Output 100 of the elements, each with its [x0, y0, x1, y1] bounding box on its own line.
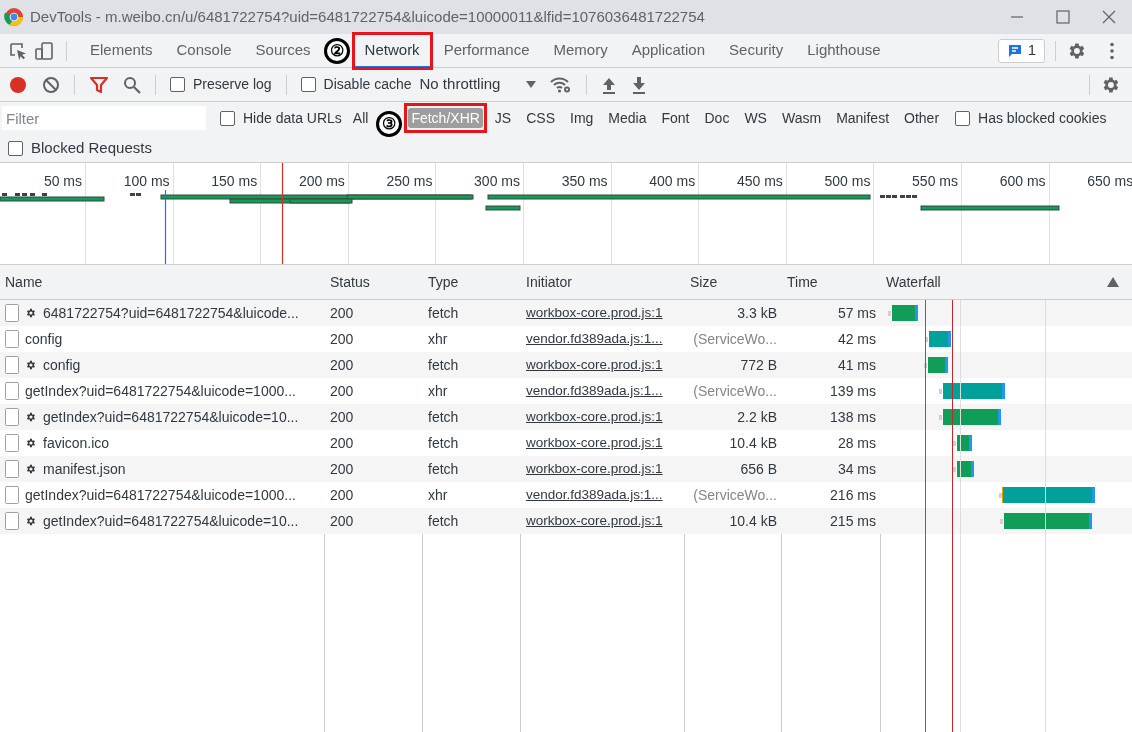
network-conditions-icon[interactable] [550, 75, 573, 94]
search-icon[interactable] [123, 75, 141, 94]
checkbox-label[interactable]: Hide data URLs [243, 107, 342, 129]
timeline-tick-label: 50 ms [43, 172, 82, 191]
table-cell-text: 216 ms [829, 485, 877, 505]
timeline-tick-label: 550 ms [912, 172, 958, 191]
initiator-link[interactable]: vendor.fd389ada.js:1... [526, 487, 663, 503]
tab[interactable]: Performance [432, 33, 541, 68]
tab[interactable]: Sources [244, 33, 322, 68]
request-name: getIndex?uid=6481722754&luicode=10... [43, 511, 299, 531]
timeline-tick-label: 200 ms [298, 172, 345, 191]
type-filter-tab[interactable]: All [345, 103, 376, 133]
type-filter-tab[interactable]: JS [487, 103, 519, 133]
tab[interactable]: Security [718, 33, 795, 68]
column-header[interactable]: Type [423, 265, 521, 299]
filter-icon[interactable] [89, 75, 109, 94]
table-cell-text: 2.2 kB [736, 407, 778, 427]
type-filter-tab[interactable]: Other [897, 103, 947, 133]
initiator-link[interactable]: workbox-core.prod.js:1 [526, 305, 663, 321]
request-name: config [25, 329, 63, 349]
table-cell-text: fetch [427, 355, 460, 375]
file-icon [5, 330, 19, 348]
sort-ascending-icon [1107, 277, 1119, 287]
type-filter-tab[interactable]: Doc [697, 103, 737, 133]
table-cell-text: 139 ms [829, 381, 877, 401]
initiator-link[interactable]: workbox-core.prod.js:1 [526, 409, 663, 425]
column-header[interactable]: Time [782, 265, 881, 299]
file-icon [5, 382, 19, 400]
initiator-link[interactable]: workbox-core.prod.js:1 [526, 435, 663, 451]
export-icon[interactable] [631, 75, 648, 94]
request-name: 6481722754?uid=6481722754&luicode... [43, 303, 299, 323]
type-filter-tab[interactable]: Font [654, 103, 697, 133]
filter-field[interactable]: Filter [2, 106, 206, 130]
step-marker: ② [323, 37, 350, 64]
issues-button[interactable]: 1 [997, 38, 1045, 63]
checkbox-label[interactable]: Disable cache [323, 74, 412, 95]
tab[interactable]: Elements [79, 33, 164, 68]
table-cell-text: xhr [427, 485, 449, 505]
initiator-link[interactable]: workbox-core.prod.js:1 [526, 513, 663, 529]
request-name: favicon.ico [43, 433, 110, 453]
type-filter-tab[interactable]: CSS [519, 103, 562, 133]
file-icon [5, 304, 19, 322]
throttling-dropdown[interactable]: No throttling [419, 73, 537, 96]
checkbox[interactable] [170, 77, 185, 92]
table-cell-text: 200 [329, 303, 355, 323]
request-row[interactable]: getIndex?uid=6481722754&luicode=10... 200 fetch workbox-core.prod.js:1 10.4 kB 215 ms [0, 508, 1132, 534]
type-filter-tab[interactable]: Img [563, 103, 601, 133]
initiator-link[interactable]: workbox-core.prod.js:1 [526, 357, 663, 373]
checkbox[interactable] [300, 77, 316, 92]
timing-bar [888, 303, 919, 323]
table-cell-text: 42 ms [836, 329, 877, 349]
request-row[interactable]: config 200 fetch workbox-core.prod.js:1 772 B 41 ms [0, 352, 1132, 378]
table-cell-text: fetch [427, 407, 460, 427]
column-header[interactable]: Status [325, 265, 423, 299]
table-cell-text: fetch [427, 303, 460, 323]
type-filter-tab[interactable]: WS [737, 103, 774, 133]
device-toolbar-icon[interactable] [34, 40, 54, 61]
request-row[interactable]: 6481722754?uid=6481722754&luicode... 200 fetch workbox-core.prod.js:1 3.3 kB 57 ms [0, 300, 1132, 326]
record-icon[interactable] [8, 74, 28, 95]
table-cell-text: fetch [427, 459, 460, 479]
request-name: getIndex?uid=6481722754&luicode=1000... [25, 381, 296, 401]
type-filter-tab[interactable]: Manifest [829, 103, 897, 133]
initiator-link[interactable]: vendor.fd389ada.js:1... [526, 331, 663, 347]
timeline-tick-label: 300 ms [474, 172, 520, 191]
tab[interactable]: Memory [542, 33, 619, 68]
inspect-icon[interactable] [8, 40, 28, 61]
checkbox[interactable] [8, 140, 23, 156]
type-filter-tab[interactable]: Media [601, 103, 654, 133]
type-filter-tab[interactable]: Wasm [774, 103, 829, 133]
table-cell-text: 41 ms [836, 355, 877, 375]
column-header[interactable]: Initiator [521, 265, 685, 299]
checkbox-label[interactable]: Blocked Requests [31, 136, 152, 160]
checkbox[interactable] [955, 110, 971, 126]
checkbox-label[interactable]: Has blocked cookies [978, 107, 1107, 129]
column-header[interactable]: Size [685, 265, 782, 299]
column-header[interactable]: Name [0, 265, 325, 299]
checkbox-label[interactable]: Preserve log [193, 74, 272, 95]
clear-icon[interactable] [42, 75, 60, 94]
tab[interactable]: Lighthouse [796, 33, 892, 68]
table-cell-text: 3.3 kB [736, 303, 778, 323]
timeline-tick-label: 150 ms [211, 172, 258, 191]
file-icon [5, 408, 19, 426]
table-cell-text: 10.4 kB [728, 511, 778, 531]
timeline-tick-label: 450 ms [736, 172, 783, 191]
table-cell-text: 138 ms [829, 407, 877, 427]
column-header[interactable]: Waterfall [881, 265, 1132, 299]
dropdown-caret-icon [526, 80, 537, 89]
initiator-link[interactable]: vendor.fd389ada.js:1... [526, 383, 663, 399]
request-name: getIndex?uid=6481722754&luicode=10... [43, 407, 299, 427]
checkbox[interactable] [220, 110, 235, 126]
table-cell-text: 200 [329, 459, 355, 479]
tab[interactable]: Application [620, 33, 717, 68]
tab[interactable]: Console [165, 33, 243, 68]
table-cell-text: xhr [427, 329, 449, 349]
request-row[interactable]: manifest.json 200 fetch workbox-core.prod.js:1 656 B 34 ms [0, 456, 1132, 482]
tab[interactable]: Network [353, 33, 431, 68]
request-row[interactable]: getIndex?uid=6481722754&luicode=10... 200 fetch workbox-core.prod.js:1 2.2 kB 138 ms [0, 404, 1132, 430]
table-cell-text: 57 ms [836, 303, 877, 323]
file-icon [5, 356, 19, 374]
initiator-link[interactable]: workbox-core.prod.js:1 [526, 461, 663, 477]
